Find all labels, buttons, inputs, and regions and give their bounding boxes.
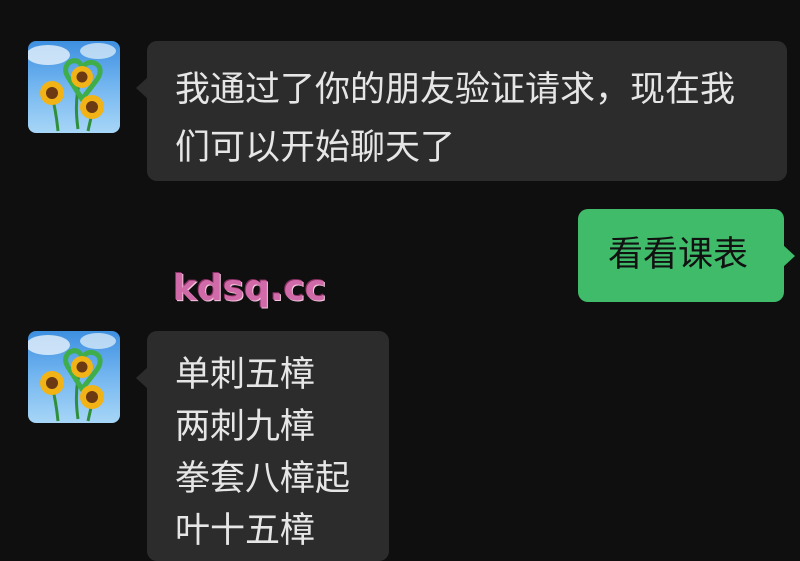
message-text-line: 两刺九樟 — [175, 407, 316, 447]
message-text-line: 拳套八樟起 — [175, 459, 351, 499]
watermark-text: kdsq.cc — [173, 268, 327, 309]
message-text-line: 们可以开始聊天了 — [175, 128, 456, 168]
incoming-message-bubble[interactable]: 我通过了你的朋友验证请求，现在我 们可以开始聊天了 — [136, 41, 787, 181]
contact-avatar[interactable] — [28, 331, 120, 423]
outgoing-message-bubble[interactable]: 看看课表 — [578, 209, 795, 302]
incoming-message-bubble[interactable]: 单刺五樟 两刺九樟 拳套八樟起 叶十五樟 — [136, 331, 389, 561]
bubble-tail — [783, 245, 795, 267]
message-text-line: 我通过了你的朋友验证请求，现在我 — [175, 70, 736, 110]
bubble-tail — [136, 77, 148, 99]
sunflower-avatar-icon — [28, 333, 116, 422]
sunflower-avatar-icon — [28, 43, 116, 132]
message-text-line: 单刺五樟 — [175, 355, 316, 395]
contact-avatar[interactable] — [28, 41, 120, 133]
message-text-line: 叶十五樟 — [175, 511, 316, 551]
message-text-line: 看看课表 — [608, 235, 749, 275]
bubble-tail — [136, 367, 148, 389]
